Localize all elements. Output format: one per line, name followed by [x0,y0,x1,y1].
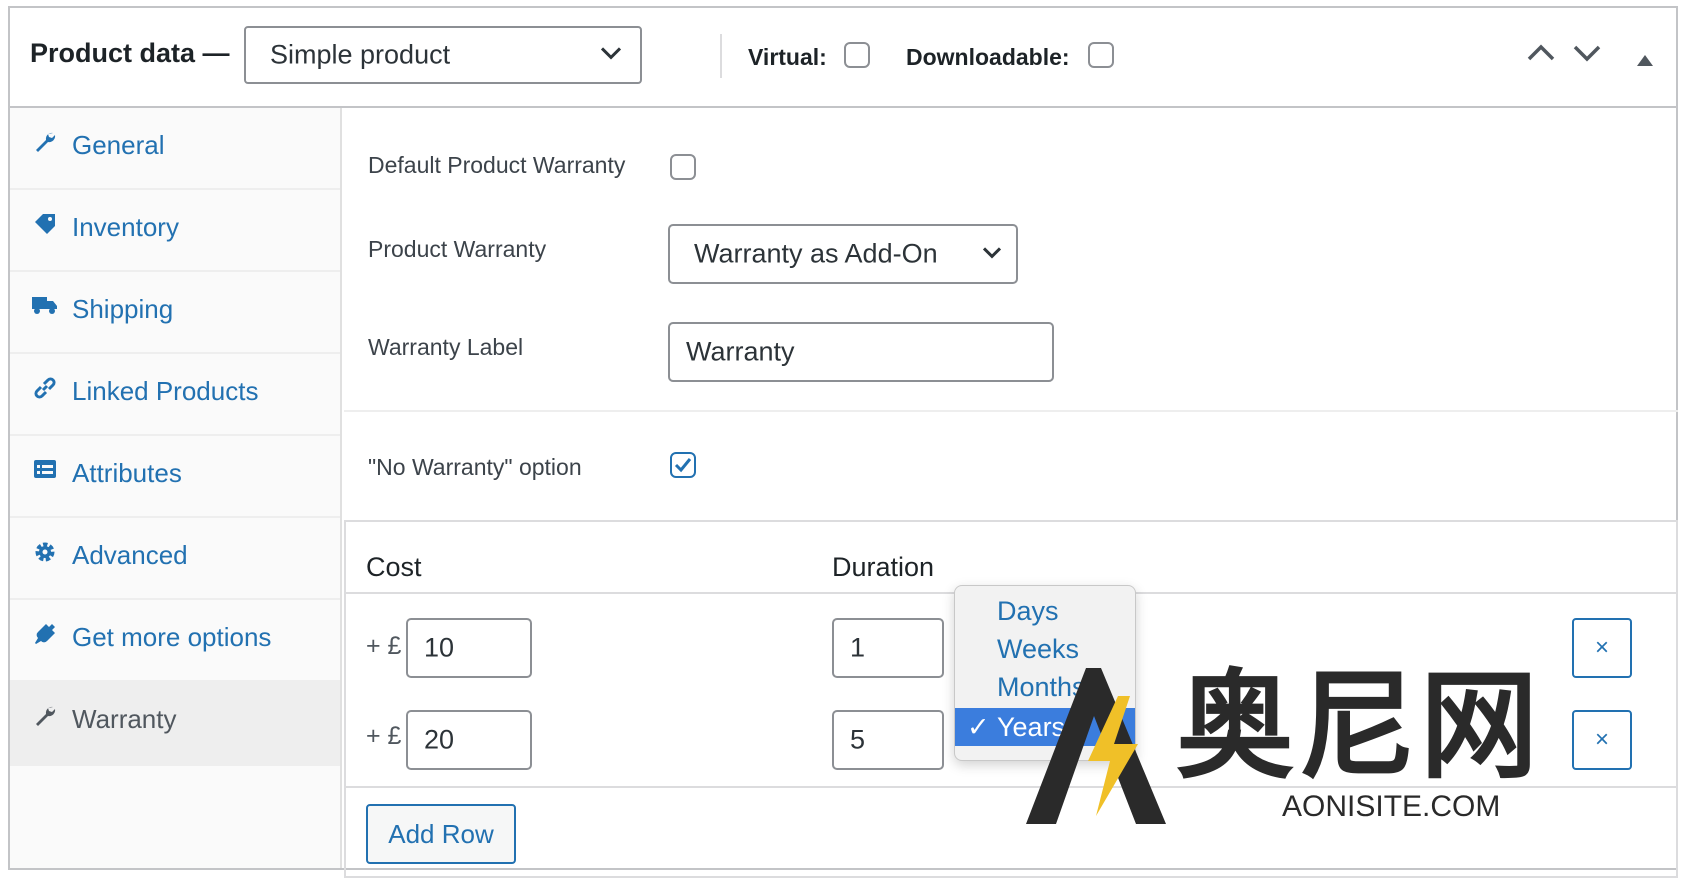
section-divider [344,410,1678,412]
duration-value: 1 [850,632,866,663]
cost-input[interactable]: 20 [406,710,532,770]
dropdown-option-days[interactable]: Days [955,592,1135,630]
currency-prefix: + £ [366,722,402,750]
tab-label: General [72,130,165,160]
watermark-text-en: AONISITE.COM [1282,790,1501,823]
tab-linked-products[interactable]: Linked Products [10,354,340,436]
wrench-icon [32,704,58,730]
downloadable-checkbox[interactable] [1088,42,1114,68]
tab-shipping[interactable]: Shipping [10,272,340,354]
tab-label: Shipping [72,294,174,324]
tab-get-more-options[interactable]: Get more options [10,600,340,682]
tab-general[interactable]: General [10,108,340,190]
watermark-text-cn: 奥尼网 [1176,657,1543,795]
header-divider [720,34,722,78]
product-type-value: Simple product [270,39,451,70]
tab-label: Linked Products [72,376,259,406]
truck-icon [32,294,58,320]
wrench-icon [32,130,58,156]
tab-attributes[interactable]: Attributes [10,436,340,518]
virtual-label: Virtual: [748,44,827,70]
list-icon [32,458,58,484]
product-type-select[interactable]: Simple product [244,26,642,84]
chevron-down-icon [982,235,1002,266]
panel-title: Product data — [30,38,230,68]
tab-label: Attributes [72,458,182,488]
tab-label: Inventory [72,212,179,242]
checkmark-icon [674,458,692,473]
gear-icon [32,540,58,566]
tag-icon [32,212,58,238]
virtual-checkbox[interactable] [844,42,870,68]
tab-label: Advanced [72,540,188,570]
add-row-button[interactable]: Add Row [366,804,516,864]
no-warranty-checkbox[interactable] [670,452,696,478]
warranty-label-label: Warranty Label [368,334,524,360]
dropdown-option-weeks[interactable]: Weeks [955,630,1135,668]
tab-advanced[interactable]: Advanced [10,518,340,600]
product-warranty-value: Warranty as Add-On [694,238,938,269]
no-warranty-label: "No Warranty" option [368,454,582,480]
watermark: 奥尼网 AONISITE.COM [1026,666,1626,826]
cost-value: 10 [424,632,455,663]
cost-header: Cost [366,552,422,582]
duration-value: 5 [850,724,866,755]
chevron-down-icon [600,36,622,67]
plugin-icon [32,622,58,648]
product-data-tabs: General Inventory Shipping Linked Produc… [10,108,342,868]
watermark-logo-icon [1026,668,1166,824]
product-warranty-select[interactable]: Warranty as Add-On [668,224,1018,284]
option-label: Days [997,596,1059,626]
duration-input[interactable]: 1 [832,618,944,678]
duration-header: Duration [832,552,935,582]
cost-value: 20 [424,724,455,755]
move-up-icon[interactable] [1526,42,1556,70]
cost-input[interactable]: 10 [406,618,532,678]
default-warranty-label: Default Product Warranty [368,152,626,178]
move-down-icon[interactable] [1572,42,1602,70]
collapse-toggle-icon[interactable] [1636,46,1654,74]
currency-prefix: + £ [366,632,402,660]
warranty-label-input[interactable]: Warranty [668,322,1054,382]
tab-label: Get more options [72,622,272,652]
product-warranty-label: Product Warranty [368,236,547,262]
tab-label: Warranty [72,704,177,734]
default-warranty-checkbox[interactable] [670,154,696,180]
warranty-label-value: Warranty [686,336,795,367]
check-icon: ✓ [967,712,990,742]
downloadable-label: Downloadable: [906,44,1070,70]
tab-inventory[interactable]: Inventory [10,190,340,272]
option-label: Weeks [997,634,1080,664]
tab-warranty[interactable]: Warranty [10,682,340,766]
duration-input[interactable]: 5 [832,710,944,770]
link-icon [32,376,58,402]
panel-header: Product data — Simple product Virtual: D… [10,8,1676,108]
